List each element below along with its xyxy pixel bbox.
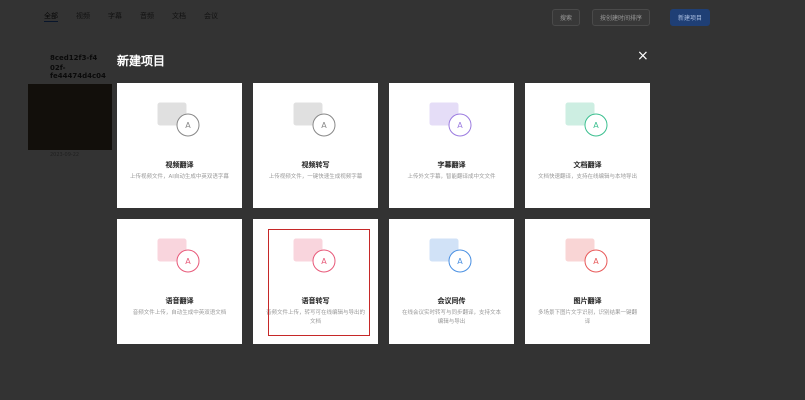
card-description: 上传视频文件，一键快速生成视频字幕 [268,174,363,180]
sort-dropdown[interactable]: 按创建时间排序 [592,9,651,26]
card-description: 多场景下图片文字识别，识别结果一键翻译 [537,310,637,325]
search-button[interactable]: 搜索 [552,9,581,26]
project-type-card-8[interactable]: A 图片翻译 多场景下图片文字识别，识别结果一键翻译 [525,219,650,344]
close-icon[interactable]: × [637,48,649,64]
audio-translate-icon: A [157,238,200,273]
card-title: 文档翻译 [573,161,602,169]
card-title: 图片翻译 [573,297,602,305]
card-title: 视频翻译 [165,161,194,169]
card-description: 音频文件上传，自动生成中英双语文档 [132,310,227,316]
card-title: 语音翻译 [165,297,194,305]
card-description: 文档快速翻译，支持在线编辑与本地导出 [537,174,637,180]
card-title: 会议同传 [437,297,466,305]
card-description: 在线会议实时转写与同步翻译，支持文本编辑与导出 [401,310,501,325]
project-type-card-4[interactable]: A 文档翻译 文档快速翻译，支持在线编辑与本地导出 [525,83,650,208]
image-translate-icon: A [565,238,608,273]
selection-highlight [268,229,370,336]
video-translate-icon: A [157,102,200,137]
project-type-card-2[interactable]: A 视频转写 上传视频文件，一键快速生成视频字幕 [253,83,378,208]
card-title: 视频转写 [301,161,330,169]
project-type-card-7[interactable]: A 会议同传 在线会议实时转写与同步翻译，支持文本编辑与导出 [389,219,514,344]
project-type-card-5[interactable]: A 语音翻译 音频文件上传，自动生成中英双语文档 [117,219,242,344]
project-type-card-6[interactable]: A 语音转写 音频文件上传，转写可在线编辑与导出的文档 [253,219,378,344]
card-description: 上传外文字幕，智能翻译成中文文件 [407,174,496,180]
document-translate-icon: A [565,102,608,137]
subtitle-translate-icon: A [429,102,472,137]
modal-title: 新建项目 [117,54,166,68]
svg-text:A: A [457,257,463,266]
project-type-grid: A 视频翻译 上传视频文件，AI自动生成中英双语字幕 A 视频转写 上传视频文件… [117,83,650,344]
new-project-button[interactable]: 新建项目 [670,9,711,26]
svg-text:A: A [321,121,327,130]
project-type-card-3[interactable]: A 字幕翻译 上传外文字幕，智能翻译成中文文件 [389,83,514,208]
svg-text:A: A [457,121,463,130]
svg-text:A: A [185,121,191,130]
project-type-card-1[interactable]: A 视频翻译 上传视频文件，AI自动生成中英双语字幕 [117,83,242,208]
meeting-interpret-icon: A [429,238,472,273]
svg-text:A: A [185,257,191,266]
svg-text:A: A [593,121,599,130]
svg-text:A: A [593,257,599,266]
card-description: 上传视频文件，AI自动生成中英双语字幕 [130,174,229,180]
card-title: 字幕翻译 [437,161,466,169]
video-transcribe-icon: A [293,102,336,137]
